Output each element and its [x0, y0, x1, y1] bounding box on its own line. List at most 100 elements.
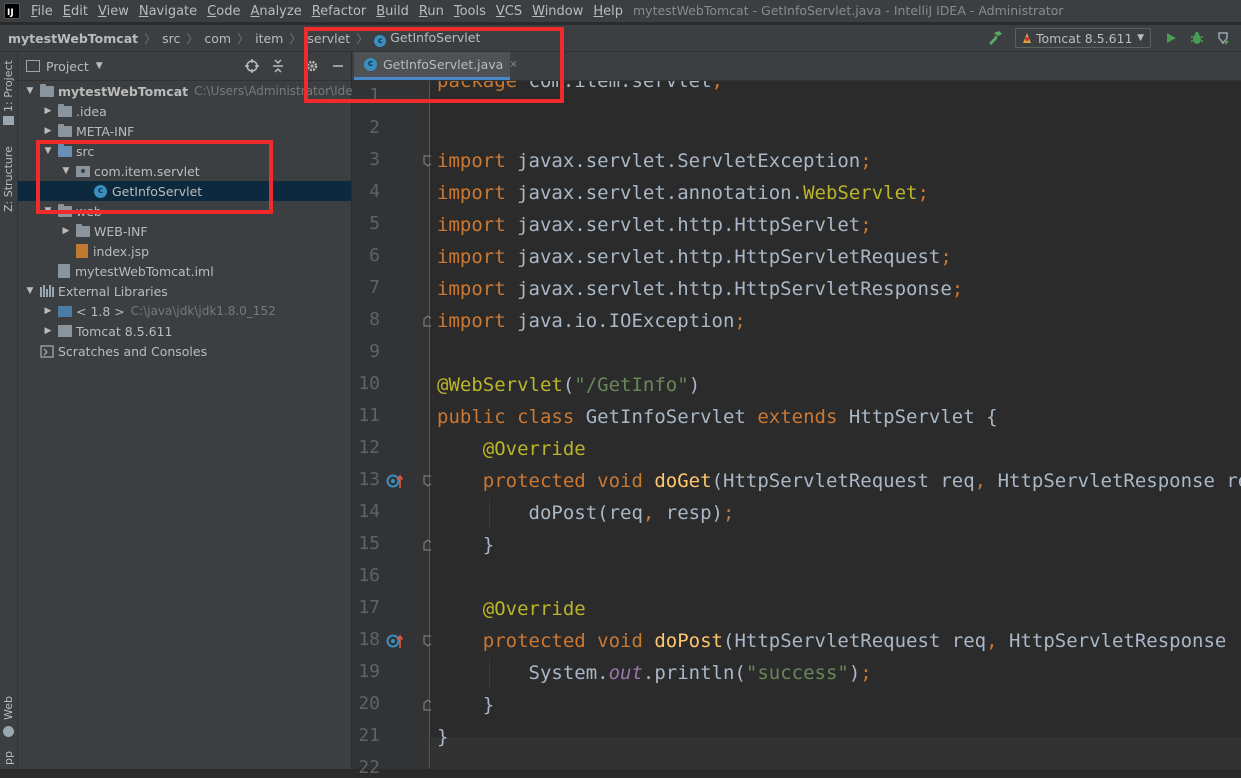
- line-number[interactable]: 9: [352, 341, 380, 362]
- coverage-icon[interactable]: [1215, 30, 1231, 46]
- line-number[interactable]: 17: [352, 597, 380, 618]
- breadcrumb-servlet[interactable]: servlet: [307, 31, 350, 46]
- line-number[interactable]: 18: [352, 629, 380, 650]
- menu-file[interactable]: File: [26, 4, 58, 19]
- hide-panel-icon[interactable]: [330, 58, 346, 74]
- line-number[interactable]: 12: [352, 437, 380, 458]
- tab-project[interactable]: 1: Project: [0, 58, 17, 114]
- tree-item[interactable]: ▶ Tomcat 8.5.611: [18, 321, 351, 341]
- tree-item[interactable]: index.jsp: [18, 241, 351, 261]
- code-token: ;: [917, 182, 929, 204]
- code-editor[interactable]: package com.item.servlet; import javax.se…: [431, 81, 1241, 769]
- override-method-icon[interactable]: [386, 472, 404, 490]
- line-number[interactable]: 5: [352, 213, 380, 234]
- breadcrumb-current[interactable]: c GetInfoServlet: [374, 30, 480, 47]
- menu-help[interactable]: Help: [588, 4, 628, 19]
- line-number[interactable]: 11: [352, 405, 380, 426]
- menu-code[interactable]: Code: [202, 4, 245, 19]
- menu-tools[interactable]: Tools: [449, 4, 491, 19]
- project-panel-title[interactable]: Project: [46, 59, 89, 74]
- tree-item[interactable]: ▶ META-INF: [18, 121, 351, 141]
- line-number[interactable]: 10: [352, 373, 380, 394]
- line-number[interactable]: 20: [352, 693, 380, 714]
- line-number[interactable]: 6: [352, 245, 380, 266]
- expanded-arrow-icon[interactable]: ▼: [60, 166, 72, 176]
- breadcrumb-item[interactable]: item: [255, 31, 283, 46]
- tree-item[interactable]: ▼ mytestWebTomcat C:\Users\Administrator\I…: [18, 81, 407, 101]
- collapse-all-icon[interactable]: [270, 58, 286, 74]
- line-number[interactable]: 2: [352, 117, 380, 138]
- tree-item[interactable]: ▼ src: [18, 141, 351, 161]
- code-token: HttpServlet {: [848, 406, 998, 428]
- line-number[interactable]: 13: [352, 469, 380, 490]
- menu-run[interactable]: Run: [414, 4, 449, 19]
- line-number[interactable]: 3: [352, 149, 380, 170]
- menu-window[interactable]: Window: [527, 4, 588, 19]
- breadcrumb-com[interactable]: com: [204, 31, 231, 46]
- line-number[interactable]: 4: [352, 181, 380, 202]
- locate-icon[interactable]: [244, 58, 260, 74]
- debug-icon[interactable]: [1189, 30, 1205, 46]
- collapsed-arrow-icon[interactable]: ▶: [42, 306, 54, 316]
- line-number[interactable]: 22: [352, 757, 380, 778]
- project-tree: ▼ mytestWebTomcat C:\Users\Administrator\I…: [18, 81, 407, 361]
- expanded-arrow-icon[interactable]: ▼: [24, 286, 36, 296]
- gear-icon[interactable]: [304, 58, 320, 74]
- tree-item[interactable]: c GetInfoServlet: [18, 181, 351, 201]
- code-token: ;: [734, 310, 746, 332]
- tree-item-label: src: [76, 143, 95, 159]
- line-number[interactable]: 15: [352, 533, 380, 554]
- collapsed-arrow-icon[interactable]: ▶: [60, 226, 72, 236]
- code-token: "success": [745, 662, 849, 684]
- menu-vcs[interactable]: VCS: [491, 4, 527, 19]
- run-configuration-select[interactable]: Tomcat 8.5.611 ▼: [1015, 28, 1151, 48]
- tree-item[interactable]: ▼ com.item.servlet: [18, 161, 351, 181]
- line-number[interactable]: 21: [352, 725, 380, 746]
- tree-item[interactable]: ▶ < 1.8 > C:\java\jdk\jdk1.8.0_152: [18, 301, 351, 321]
- code-line: import javax.servlet.ServletException;: [437, 145, 872, 177]
- folder-icon: [58, 103, 72, 117]
- line-number[interactable]: 14: [352, 501, 380, 522]
- breadcrumb-project[interactable]: mytestWebTomcat: [8, 31, 138, 46]
- menu-refactor[interactable]: Refactor: [307, 4, 372, 19]
- menu-view[interactable]: View: [93, 4, 134, 19]
- tree-item[interactable]: ▶ WEB-INF: [18, 221, 351, 241]
- tree-item[interactable]: ▼ web: [18, 201, 351, 221]
- expanded-arrow-icon[interactable]: ▼: [42, 206, 54, 216]
- chevron-down-icon[interactable]: ▼: [96, 61, 103, 71]
- tab-truncated[interactable]: pp: [0, 748, 17, 768]
- tree-item[interactable]: ▶ .idea: [18, 101, 351, 121]
- tree-item[interactable]: ▼ External Libraries: [18, 281, 351, 301]
- tree-item-label: index.jsp: [93, 243, 150, 259]
- close-icon[interactable]: ×: [509, 59, 517, 70]
- run-icon[interactable]: [1163, 30, 1179, 46]
- override-method-icon[interactable]: [386, 632, 404, 650]
- line-number[interactable]: 16: [352, 565, 380, 586]
- line-number[interactable]: 1: [352, 85, 380, 106]
- menu-edit[interactable]: Edit: [58, 4, 93, 19]
- expanded-arrow-icon[interactable]: ▼: [24, 86, 36, 96]
- tab-web[interactable]: Web: [0, 692, 17, 724]
- menu-analyze[interactable]: Analyze: [245, 4, 306, 19]
- menu-bar: IJ File Edit View Navigate Code Analyze Refact…: [0, 0, 1241, 22]
- menu-navigate[interactable]: Navigate: [134, 4, 202, 19]
- line-number[interactable]: 19: [352, 661, 380, 682]
- code-token: import: [437, 182, 518, 204]
- collapsed-arrow-icon[interactable]: ▶: [42, 126, 54, 136]
- tree-item[interactable]: mytestWebTomcat.iml: [18, 261, 351, 281]
- collapsed-arrow-icon[interactable]: ▶: [42, 106, 54, 116]
- menu-build[interactable]: Build: [371, 4, 414, 19]
- tab-structure[interactable]: Z: Structure: [0, 146, 17, 212]
- source-folder-icon: [58, 143, 72, 157]
- line-number[interactable]: 8: [352, 309, 380, 330]
- hammer-icon[interactable]: [987, 30, 1003, 46]
- line-number[interactable]: 7: [352, 277, 380, 298]
- breadcrumb-src[interactable]: src: [162, 31, 180, 46]
- project-tab-icon: [3, 116, 14, 125]
- collapsed-arrow-icon[interactable]: ▶: [42, 326, 54, 336]
- tab-getinfoservlet-java[interactable]: c GetInfoServlet.java ×: [354, 52, 518, 80]
- expanded-arrow-icon[interactable]: ▼: [42, 146, 54, 156]
- code-token: import: [437, 278, 518, 300]
- tree-item[interactable]: Scratches and Consoles: [18, 341, 351, 361]
